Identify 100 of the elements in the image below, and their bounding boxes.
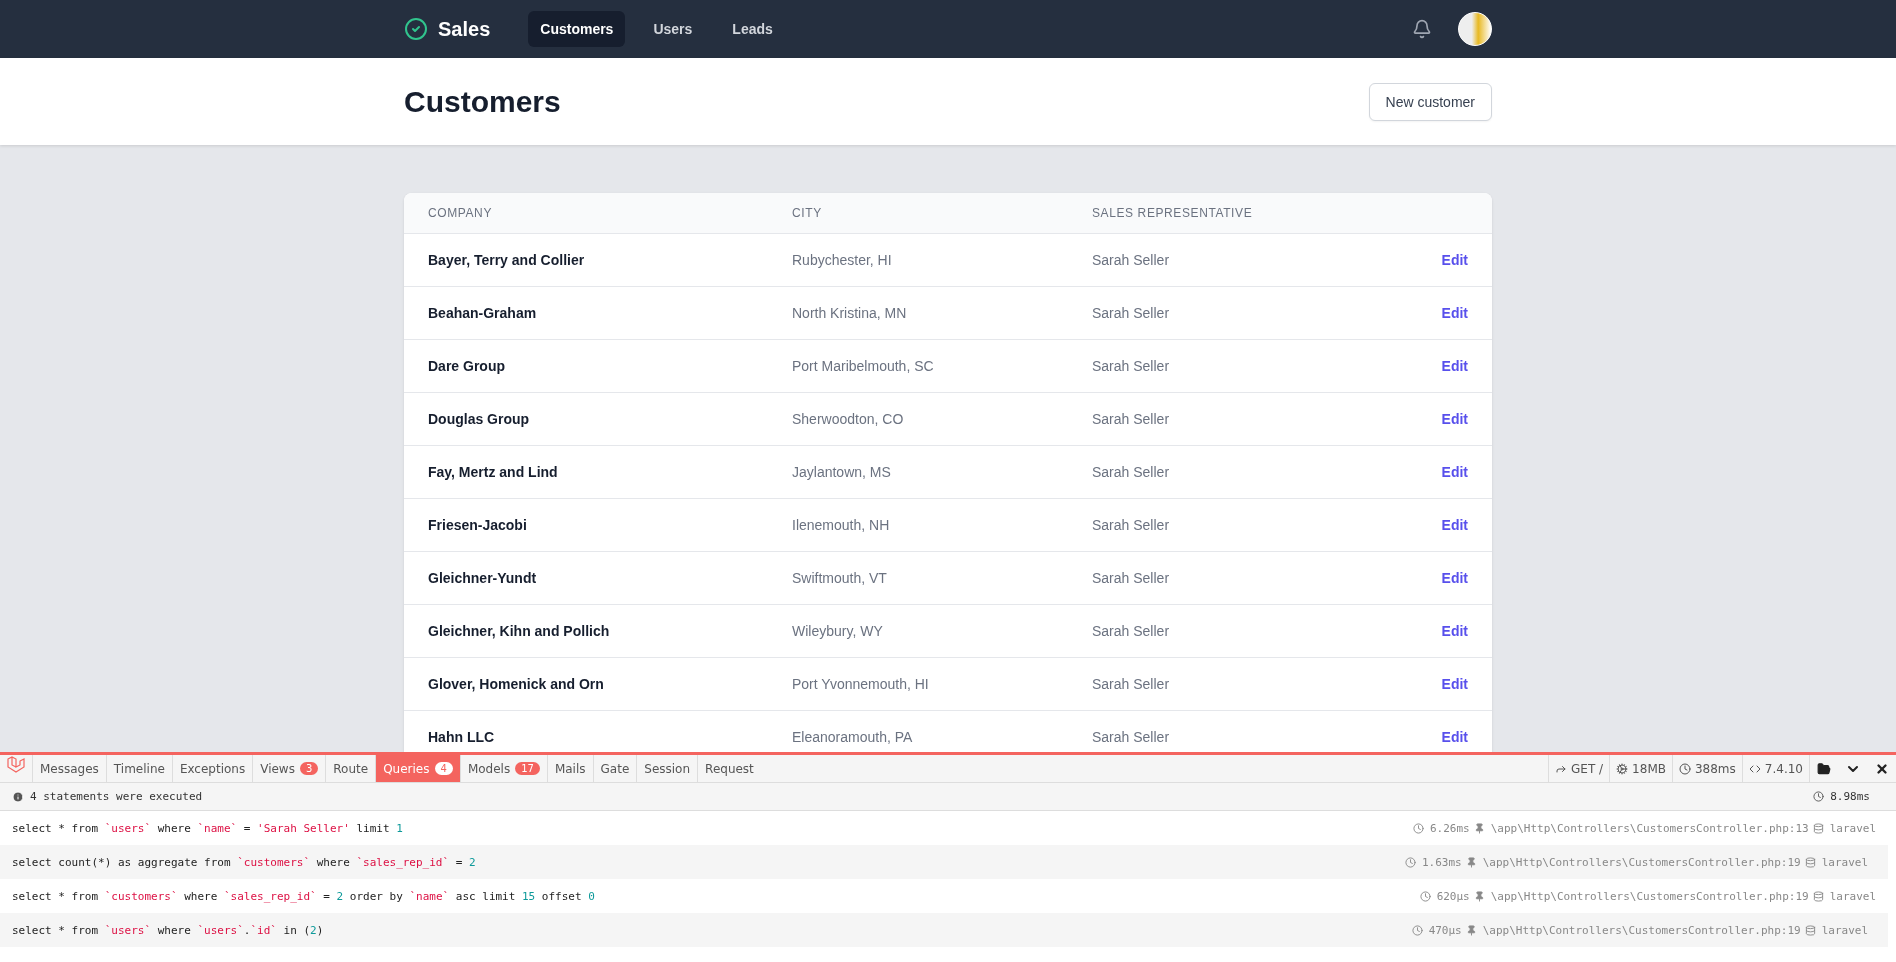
edit-link[interactable]: Edit — [1441, 252, 1468, 268]
debug-tab[interactable]: Gate — [592, 755, 637, 782]
sql-query: select * from `users` where `users`.`id` in (2) — [12, 923, 325, 937]
source-path: \app\Http\Controllers\CustomersController.php:13 — [1490, 821, 1809, 835]
city-cell-text: Wileybury, WY — [791, 622, 884, 641]
pin-icon — [1465, 924, 1477, 936]
status-text: 4 statements were executed — [30, 790, 203, 803]
nav-link[interactable]: Leads — [720, 11, 785, 47]
debug-tab[interactable]: Session — [636, 755, 698, 782]
company-cell-text: Glover, Homenick and Orn — [427, 675, 605, 694]
pin-icon — [1465, 856, 1477, 868]
debug-indicator: 18MB — [1632, 761, 1666, 776]
database-icon — [1804, 856, 1816, 868]
debug-tab[interactable]: Views 3 — [252, 755, 326, 782]
company-cell-text: Gleichner, Kihn and Pollich — [427, 622, 611, 641]
query-time: 1.63ms — [1422, 855, 1462, 869]
edit-link[interactable]: Edit — [1441, 305, 1468, 321]
edit-link[interactable]: Edit — [1441, 623, 1468, 639]
source-path: \app\Http\Controllers\CustomersController.php:19 — [1482, 855, 1801, 869]
gears-icon — [1616, 762, 1629, 775]
rep-cell-text: Sarah Seller — [1091, 569, 1171, 588]
clock-icon — [1413, 822, 1424, 834]
debug-tab[interactable]: Timeline — [105, 755, 172, 782]
company-cell-text: Fay, Mertz and Lind — [427, 463, 559, 482]
database-icon — [1812, 890, 1824, 902]
rep-cell-text: Sarah Seller — [1091, 622, 1171, 641]
rep-cell-text: Sarah Seller — [1091, 410, 1171, 429]
connection-name: laravel — [1829, 889, 1876, 903]
company-cell-text: Dare Group — [427, 357, 506, 376]
company-cell-text: Friesen-Jacobi — [427, 516, 528, 535]
rep-cell-text: Sarah Seller — [1091, 304, 1171, 323]
page-title: Customers — [404, 84, 561, 119]
debug-tab[interactable]: Models 17 — [459, 755, 547, 782]
query-time: 470μs — [1428, 923, 1462, 937]
city-cell-text: Port Yvonnemouth, HI — [791, 675, 930, 694]
rep-cell-text: Sarah Seller — [1091, 463, 1171, 482]
clock-icon — [1813, 791, 1825, 802]
clock-icon — [1405, 856, 1416, 868]
city-cell-text: Sherwoodton, CO — [791, 410, 905, 429]
edit-link[interactable]: Edit — [1441, 676, 1468, 692]
city-cell-text: North Kristina, MN — [791, 304, 908, 323]
connection-name: laravel — [1821, 855, 1868, 869]
connection-name: laravel — [1821, 923, 1868, 937]
database-icon — [1804, 924, 1816, 936]
clock-icon — [1419, 890, 1431, 902]
city-cell-text: Port Maribelmouth, SC — [791, 357, 935, 376]
company-cell-text: Hahn LLC — [427, 728, 496, 747]
city-cell-text: Rubychester, HI — [791, 251, 893, 270]
debug-indicator: 7.4.10 — [1764, 761, 1803, 776]
edit-link[interactable]: Edit — [1441, 570, 1468, 586]
clock-icon — [1678, 762, 1691, 775]
column-header: COMPANY — [427, 205, 493, 222]
city-cell-text: Jaylantown, MS — [791, 463, 892, 482]
rep-cell-text: Sarah Seller — [1091, 516, 1171, 535]
sql-query: select * from `customers` where `sales_rep_id` = 2 order by `name` asc limit 15 offset 0 — [12, 889, 596, 903]
company-cell-text: Beahan-Graham — [427, 304, 538, 323]
city-cell-text: Ilenemouth, NH — [791, 516, 891, 535]
bell-icon[interactable] — [1412, 19, 1432, 39]
connection-name: laravel — [1829, 821, 1876, 835]
brand-name: Sales — [438, 17, 491, 41]
check-circle-icon — [404, 17, 428, 41]
sql-query: select count(*) as aggregate from `customers` where `sales_rep_id` = 2 — [12, 855, 477, 869]
column-header: SALES REPRESENTATIVE — [1091, 205, 1254, 222]
city-cell-text: Swiftmouth, VT — [791, 569, 888, 588]
debug-tab[interactable]: Request — [697, 755, 761, 782]
query-time: 620μs — [1436, 889, 1470, 903]
clock-icon — [1411, 924, 1423, 936]
logo-icon — [6, 755, 26, 775]
sql-query: select * from `users` where `name` = 'Sarah Seller' limit 1 — [12, 821, 404, 835]
city-cell-text: Eleanoramouth, PA — [791, 728, 914, 747]
company-cell-text: Gleichner-Yundt — [427, 569, 538, 588]
source-path: \app\Http\Controllers\CustomersController.php:19 — [1490, 889, 1809, 903]
database-icon — [1812, 822, 1824, 834]
column-header: CITY — [791, 205, 823, 222]
debug-tab[interactable]: Exceptions — [171, 755, 253, 782]
rep-cell-text: Sarah Seller — [1091, 251, 1171, 270]
total-time: 8.98ms — [1830, 790, 1870, 803]
edit-link[interactable]: Edit — [1441, 517, 1468, 533]
source-path: \app\Http\Controllers\CustomersController.php:19 — [1482, 923, 1801, 937]
info-icon — [12, 790, 24, 803]
debug-tab[interactable]: Messages — [32, 755, 106, 782]
rep-cell-text: Sarah Seller — [1091, 357, 1171, 376]
debug-indicator: 388ms — [1694, 761, 1736, 776]
edit-link[interactable]: Edit — [1441, 358, 1468, 374]
pin-icon — [1473, 822, 1485, 834]
nav-link[interactable]: Customers — [528, 11, 626, 47]
query-time: 6.26ms — [1430, 821, 1470, 835]
debug-tab[interactable]: Mails — [546, 755, 593, 782]
nav-link[interactable]: Users — [641, 11, 705, 47]
new-customer-button[interactable]: New customer — [1368, 82, 1492, 121]
edit-link[interactable]: Edit — [1441, 411, 1468, 427]
rep-cell-text: Sarah Seller — [1091, 728, 1171, 747]
company-cell-text: Douglas Group — [427, 410, 531, 429]
pin-icon — [1473, 890, 1485, 902]
rep-cell-text: Sarah Seller — [1091, 675, 1171, 694]
edit-link[interactable]: Edit — [1441, 464, 1468, 480]
debug-indicator: GET / — [1571, 761, 1604, 776]
edit-link[interactable]: Edit — [1441, 729, 1468, 745]
avatar[interactable] — [1458, 12, 1492, 46]
company-cell-text: Bayer, Terry and Collier — [427, 251, 586, 270]
